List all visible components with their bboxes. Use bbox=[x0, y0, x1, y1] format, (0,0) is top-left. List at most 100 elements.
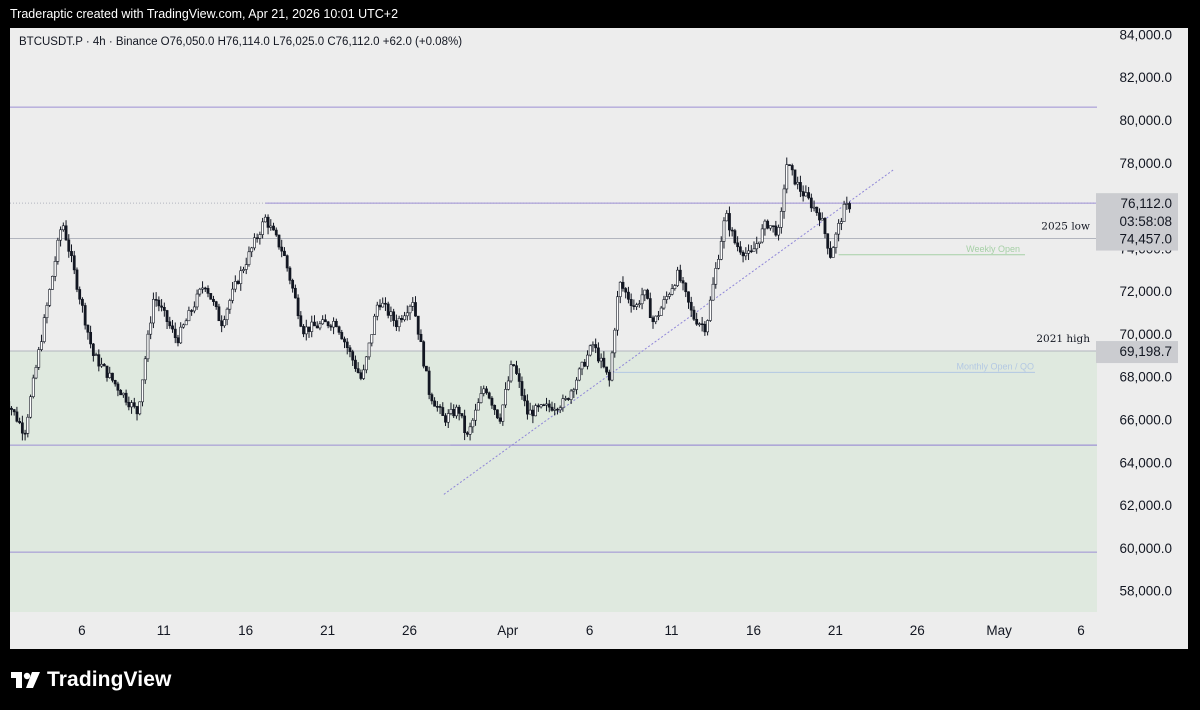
candle-up bbox=[812, 206, 816, 209]
candle-down bbox=[627, 291, 630, 300]
candle-down bbox=[678, 269, 682, 281]
candle-down bbox=[83, 305, 87, 326]
candle-down bbox=[419, 333, 423, 343]
candle-up bbox=[179, 326, 183, 344]
candle-down bbox=[220, 320, 224, 327]
candle-down bbox=[23, 432, 27, 435]
tradingview-logo[interactable]: TradingView bbox=[11, 667, 171, 693]
candle-down bbox=[326, 321, 330, 327]
candle-down bbox=[556, 408, 559, 411]
candle-down bbox=[378, 304, 382, 308]
candle-down bbox=[299, 315, 303, 327]
candle-up bbox=[152, 299, 155, 324]
candle-up bbox=[572, 389, 576, 392]
candle-up bbox=[375, 304, 379, 317]
candle-up bbox=[558, 407, 562, 411]
candle-up bbox=[474, 409, 477, 421]
candlestick-chart[interactable]: 2025 low 2021 high Weekly Open Monthly Open… bbox=[10, 28, 1188, 649]
candle-down bbox=[354, 359, 357, 369]
candle-up bbox=[599, 357, 603, 362]
candle-up bbox=[411, 302, 415, 307]
candle-down bbox=[414, 302, 417, 317]
candle-up bbox=[501, 404, 505, 422]
candle-down bbox=[111, 372, 114, 381]
candle-down bbox=[848, 203, 851, 210]
candle-down bbox=[313, 321, 316, 327]
candle-up bbox=[539, 404, 543, 408]
symbol-legend[interactable]: BTCUSDT.P · 4h · Binance O76,050.0 H76,1… bbox=[19, 36, 462, 48]
candle-down bbox=[162, 307, 166, 311]
candle-up bbox=[37, 349, 41, 368]
candle-up bbox=[747, 250, 750, 254]
candle-down bbox=[829, 247, 832, 258]
candle-up bbox=[228, 300, 232, 310]
candle-up bbox=[580, 361, 584, 370]
candle-up bbox=[506, 380, 510, 390]
candle-down bbox=[736, 242, 740, 248]
candle-up bbox=[373, 315, 376, 335]
candle-down bbox=[460, 413, 464, 417]
chart-frame[interactable]: 2025 low 2021 high Weekly Open Monthly Open… bbox=[10, 28, 1188, 649]
time-tick-label: 6 bbox=[1077, 623, 1085, 638]
candle-down bbox=[394, 320, 398, 328]
candle-down bbox=[119, 389, 123, 396]
candle-up bbox=[31, 377, 35, 398]
candle-down bbox=[692, 309, 696, 320]
candle-down bbox=[523, 395, 527, 402]
candle-up bbox=[263, 216, 267, 223]
candle-down bbox=[648, 298, 652, 318]
candle-up bbox=[405, 312, 409, 317]
tradingview-logo-icon bbox=[11, 672, 40, 688]
time-tick-label: 26 bbox=[910, 623, 925, 638]
candle-down bbox=[293, 287, 297, 299]
candle-down bbox=[190, 310, 194, 312]
candle-down bbox=[329, 325, 333, 328]
candle-up bbox=[146, 333, 150, 360]
candle-up bbox=[195, 293, 199, 308]
candle-down bbox=[160, 305, 163, 308]
candle-down bbox=[728, 213, 731, 231]
candle-down bbox=[348, 347, 352, 352]
candle-up bbox=[455, 406, 458, 417]
candle-down bbox=[526, 400, 529, 415]
time-tick-label: 11 bbox=[157, 623, 171, 638]
candle-down bbox=[124, 392, 128, 403]
candle-down bbox=[416, 315, 420, 335]
chart-attribution-bar: Traderaptic created with TradingView.com… bbox=[0, 0, 1200, 28]
time-tick-label: 16 bbox=[238, 623, 253, 638]
candle-down bbox=[86, 324, 90, 333]
candle-up bbox=[370, 334, 374, 344]
candle-up bbox=[364, 356, 368, 371]
candle-down bbox=[356, 368, 360, 373]
candle-up bbox=[662, 299, 666, 309]
level-price-label-text: 69,198.7 bbox=[1119, 344, 1172, 359]
candle-down bbox=[771, 225, 775, 227]
candle-down bbox=[465, 432, 469, 435]
candle-down bbox=[788, 164, 791, 166]
candle-up bbox=[752, 248, 756, 252]
candle-down bbox=[425, 365, 428, 372]
candle-down bbox=[72, 255, 76, 271]
candle-up bbox=[187, 310, 191, 322]
candle-up bbox=[26, 416, 30, 434]
annotation-label: Weekly Open bbox=[966, 244, 1020, 254]
candle-up bbox=[94, 354, 98, 356]
candle-up bbox=[239, 270, 243, 284]
candle-up bbox=[785, 164, 789, 190]
candle-up bbox=[29, 396, 32, 418]
candle-up bbox=[758, 241, 761, 244]
candle-down bbox=[113, 380, 117, 385]
candle-down bbox=[132, 402, 136, 407]
candle-up bbox=[48, 289, 52, 306]
candle-up bbox=[389, 311, 393, 316]
candle-down bbox=[89, 331, 93, 345]
candle-up bbox=[698, 323, 701, 326]
candle-up bbox=[479, 393, 483, 403]
candle-down bbox=[799, 182, 802, 192]
candle-up bbox=[673, 285, 677, 289]
candle-down bbox=[386, 303, 390, 316]
candle-down bbox=[463, 415, 467, 434]
candle-up bbox=[362, 369, 366, 379]
candle-down bbox=[485, 388, 488, 394]
candle-up bbox=[403, 315, 406, 321]
